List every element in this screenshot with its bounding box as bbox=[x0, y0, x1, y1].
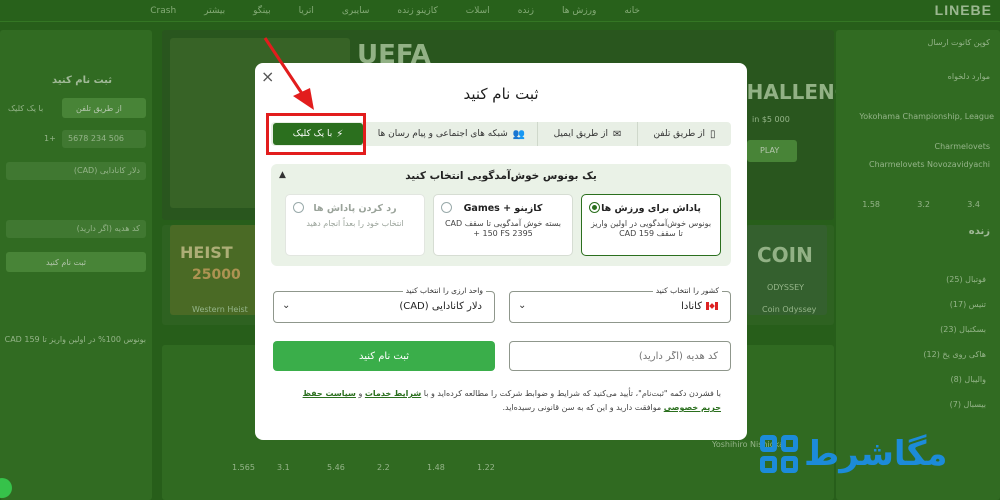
legal-text: با فشردن دکمه "ثبت‌نام"، تأیید می‌کنید ک… bbox=[421, 389, 721, 398]
chevron-up-icon[interactable]: ▲ bbox=[279, 170, 286, 180]
tab-social[interactable]: 👥 شبکه های اجتماعی و پیام رسان ها bbox=[365, 122, 537, 146]
register-button[interactable]: ثبت نام کنید bbox=[273, 341, 495, 371]
bonus-option-title: کازینو + Games bbox=[463, 203, 543, 214]
currency-value: دلار کانادایی (CAD) bbox=[399, 301, 482, 312]
country-label: کشور را انتخاب کنید bbox=[652, 286, 722, 295]
bonus-option-decline[interactable]: رد کردن پاداش ها انتخاب خود را بعداً انج… bbox=[285, 194, 425, 256]
close-button[interactable]: × bbox=[261, 67, 274, 86]
watermark-grid-icon bbox=[760, 435, 798, 473]
registration-modal: × ثبت نام کنید ▯ از طریق تلفن ✉ از طریق … bbox=[255, 63, 747, 440]
legal-notice: با فشردن دکمه "ثبت‌نام"، تأیید می‌کنید ک… bbox=[281, 387, 721, 415]
highlight-box bbox=[266, 113, 366, 155]
bonus-option-desc: بونوس خوش‌آمدگویی در اولین واریز تا سقف … bbox=[590, 219, 712, 238]
tab-label: از طریق ایمیل bbox=[553, 129, 609, 139]
country-select[interactable]: کشور را انتخاب کنید کانادا ⌄ bbox=[509, 286, 731, 323]
bonus-option-title: رد کردن پاداش ها bbox=[313, 203, 397, 214]
watermark-logo: مگاشرط bbox=[760, 430, 985, 478]
legal-text: و bbox=[355, 389, 365, 398]
legal-text: موافقت دارید و این که به سن قانونی رسیده… bbox=[502, 403, 664, 412]
tab-phone[interactable]: ▯ از طریق تلفن bbox=[637, 122, 731, 146]
chevron-down-icon: ⌄ bbox=[518, 300, 527, 311]
bonus-selector: یک بونوس خوش‌آمدگویی انتخاب کنید ▲ پاداش… bbox=[271, 164, 731, 266]
bonus-option-desc: بسته خوش آمدگویی تا سقف CAD + 150 FS 239… bbox=[444, 219, 562, 238]
promo-code-input[interactable] bbox=[510, 342, 730, 370]
tab-email[interactable]: ✉ از طریق ایمیل bbox=[537, 122, 637, 146]
tab-label: از طریق تلفن bbox=[653, 129, 706, 139]
currency-select[interactable]: واحد ارزی را انتخاب کنید دلار کانادایی (… bbox=[273, 286, 495, 323]
chevron-down-icon: ⌄ bbox=[282, 300, 291, 311]
bonus-option-desc: انتخاب خود را بعداً انجام دهید bbox=[306, 219, 404, 228]
watermark-text: مگاشرط bbox=[804, 434, 948, 474]
radio-selected[interactable] bbox=[589, 202, 600, 213]
radio[interactable] bbox=[293, 202, 304, 213]
users-icon: 👥 bbox=[512, 128, 526, 140]
canada-flag-icon bbox=[706, 302, 718, 310]
bonus-option-sports[interactable]: پاداش برای ورزش ها بونوس خوش‌آمدگویی در … bbox=[581, 194, 721, 256]
modal-title: ثبت نام کنید bbox=[463, 85, 539, 103]
phone-icon: ▯ bbox=[710, 128, 716, 140]
envelope-icon: ✉ bbox=[613, 128, 622, 140]
tab-label: شبکه های اجتماعی و پیام رسان ها bbox=[377, 129, 508, 139]
country-name: کانادا bbox=[681, 301, 702, 312]
country-value: کانادا bbox=[681, 301, 718, 312]
terms-link[interactable]: شرایط خدمات bbox=[365, 389, 421, 398]
currency-label: واحد ارزی را انتخاب کنید bbox=[402, 286, 486, 295]
radio[interactable] bbox=[441, 202, 452, 213]
bonus-option-title: پاداش برای ورزش ها bbox=[601, 203, 701, 214]
bonus-heading: یک بونوس خوش‌آمدگویی انتخاب کنید bbox=[405, 170, 597, 182]
bonus-option-casino[interactable]: کازینو + Games بسته خوش آمدگویی تا سقف C… bbox=[433, 194, 573, 256]
promo-code-field[interactable] bbox=[509, 341, 731, 371]
